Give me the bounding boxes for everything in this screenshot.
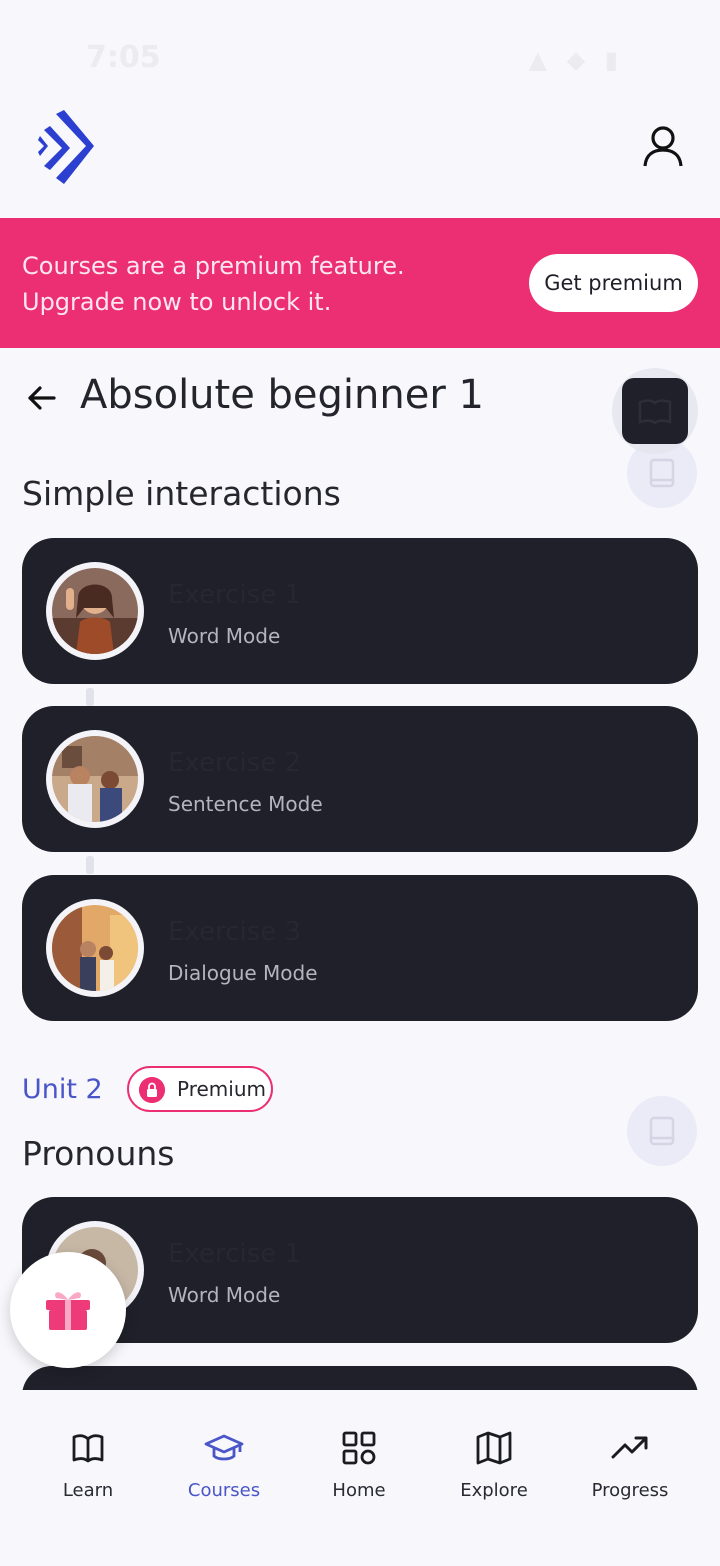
grid-icon	[342, 1431, 376, 1465]
exercise-avatar	[46, 899, 144, 997]
back-arrow-icon[interactable]	[24, 380, 60, 416]
section-title: Pronouns	[22, 1134, 175, 1173]
premium-badge: Premium	[127, 1066, 273, 1112]
nav-label: Progress	[591, 1480, 669, 1501]
nav-label: Courses	[187, 1480, 261, 1501]
nav-label: Learn	[62, 1480, 114, 1501]
book-open-icon	[72, 1434, 104, 1463]
card-connector	[86, 856, 94, 874]
status-time: 7:05	[86, 40, 161, 75]
exercise-mode: Dialogue Mode	[168, 961, 318, 985]
trend-up-icon	[611, 1436, 648, 1459]
app-header	[0, 100, 720, 218]
exercise-title: Exercise 2	[168, 748, 301, 778]
card-connector	[86, 688, 94, 706]
lock-icon	[139, 1077, 165, 1103]
nav-label: Home	[332, 1480, 386, 1501]
nav-item-explore[interactable]: Explore	[422, 1390, 566, 1566]
nav-item-home[interactable]: Home	[287, 1390, 431, 1566]
get-premium-button[interactable]: Get premium	[529, 254, 698, 312]
premium-banner-text: Courses are a premium feature. Upgrade n…	[22, 252, 405, 316]
book-icon[interactable]	[627, 1096, 697, 1166]
gift-icon	[46, 1292, 90, 1330]
exercise-card[interactable]: Exercise 1 Word Mode	[22, 538, 698, 684]
app-logo	[38, 110, 94, 184]
exercise-mode: Word Mode	[168, 624, 281, 648]
exercise-mode: Sentence Mode	[168, 792, 323, 816]
page-title: Absolute beginner 1	[80, 372, 484, 418]
premium-banner: Courses are a premium feature. Upgrade n…	[0, 218, 720, 348]
exercise-title: Exercise 1	[168, 580, 301, 610]
user-icon[interactable]	[640, 124, 686, 170]
premium-badge-label: Premium	[177, 1077, 266, 1101]
exercise-avatar	[46, 730, 144, 828]
exercise-title: Exercise 1	[168, 1239, 301, 1269]
nav-item-progress[interactable]: Progress	[558, 1390, 702, 1566]
exercise-card[interactable]: Exercise 2 Sentence Mode	[22, 706, 698, 852]
exercise-title: Exercise 3	[168, 917, 301, 947]
nav-label: Explore	[460, 1480, 528, 1501]
bottom-nav: Learn Courses Home Explore Progress	[0, 1390, 720, 1566]
exercise-mode: Word Mode	[168, 1283, 281, 1307]
open-book-button[interactable]	[612, 368, 698, 454]
nav-item-learn[interactable]: Learn	[16, 1390, 160, 1566]
status-icons: ▲ ◆ ▮	[528, 46, 624, 74]
exercise-avatar	[46, 562, 144, 660]
graduation-cap-icon	[204, 1434, 244, 1461]
section-title: Simple interactions	[22, 474, 341, 513]
gift-button[interactable]	[10, 1252, 126, 1368]
exercise-card[interactable]: Exercise 3 Dialogue Mode	[22, 875, 698, 1021]
nav-item-courses[interactable]: Courses	[152, 1390, 296, 1566]
unit-label: Unit 2	[22, 1074, 103, 1105]
map-icon	[476, 1431, 512, 1465]
